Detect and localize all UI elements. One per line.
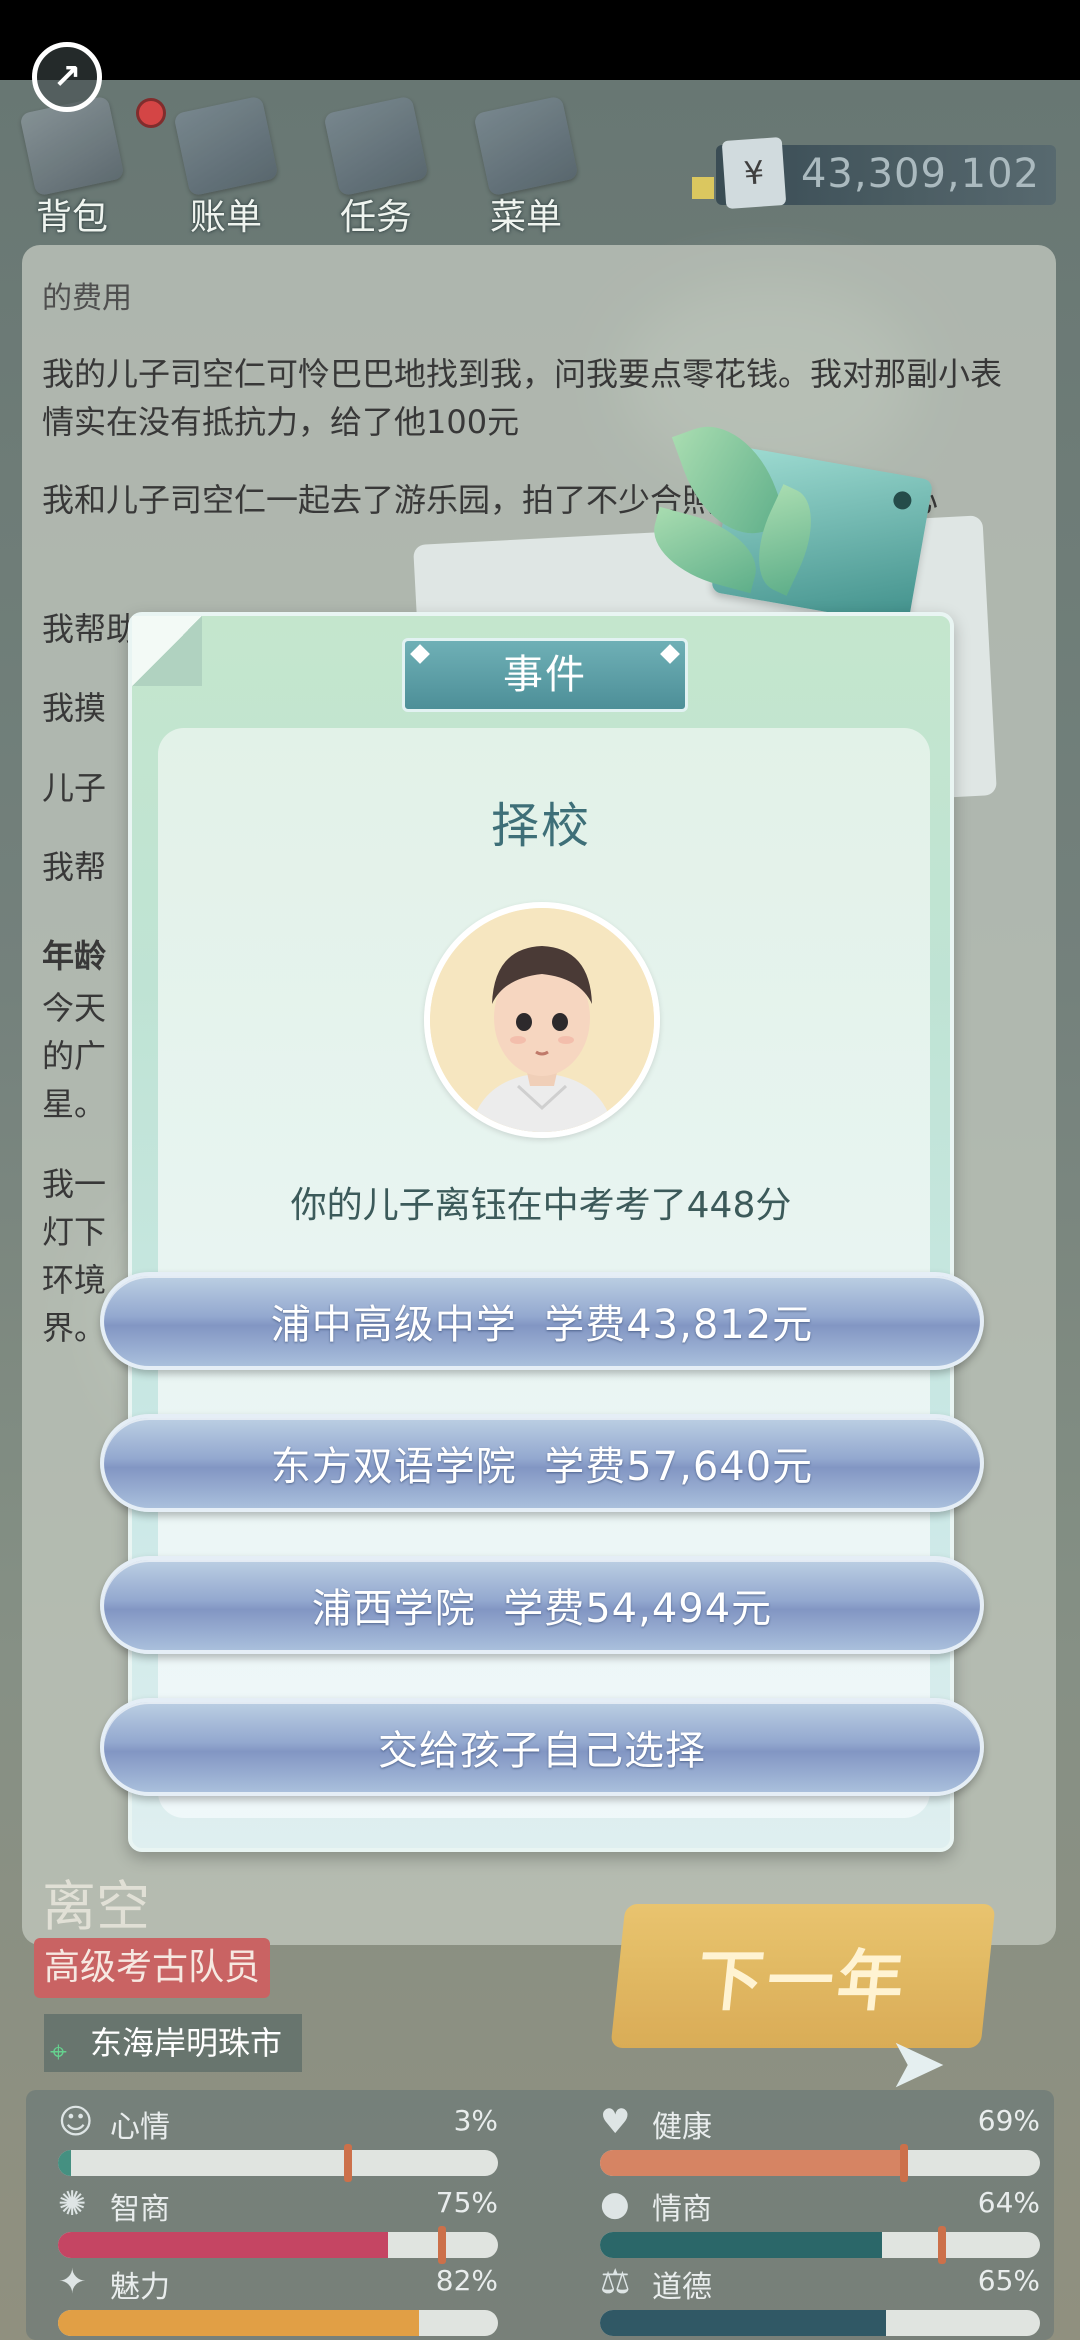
modal-header: 事件	[402, 638, 688, 712]
child-avatar	[424, 902, 660, 1138]
choice-label: 交给孩子自己选择	[378, 1728, 706, 1774]
event-modal: 事件 择校 你的儿子离钰在中考考了448分	[128, 612, 954, 1852]
diamond-icon	[660, 644, 680, 664]
status-bar	[0, 0, 1080, 80]
child-portrait-icon	[430, 908, 654, 1132]
tag-hole	[891, 489, 913, 511]
event-title: 择校	[490, 798, 591, 854]
choice-let-child-decide-button[interactable]: 交给孩子自己选择	[100, 1698, 984, 1796]
modal-header-label: 事件	[503, 652, 587, 698]
page-fold	[132, 616, 202, 686]
choice-label: 浦中高级中学 学费43,812元	[270, 1302, 814, 1348]
choice-dongfang-bilingual-button[interactable]: 东方双语学院 学费57,640元	[100, 1414, 984, 1512]
event-description: 你的儿子离钰在中考考了448分	[290, 1185, 792, 1226]
choice-label: 东方双语学院 学费57,640元	[270, 1444, 814, 1490]
choice-pu-zhong-high-school-button[interactable]: 浦中高级中学 学费43,812元	[100, 1272, 984, 1370]
choice-label: 浦西学院 学费54,494元	[311, 1586, 773, 1632]
choice-puxi-college-button[interactable]: 浦西学院 学费54,494元	[100, 1556, 984, 1654]
diamond-icon	[410, 644, 430, 664]
